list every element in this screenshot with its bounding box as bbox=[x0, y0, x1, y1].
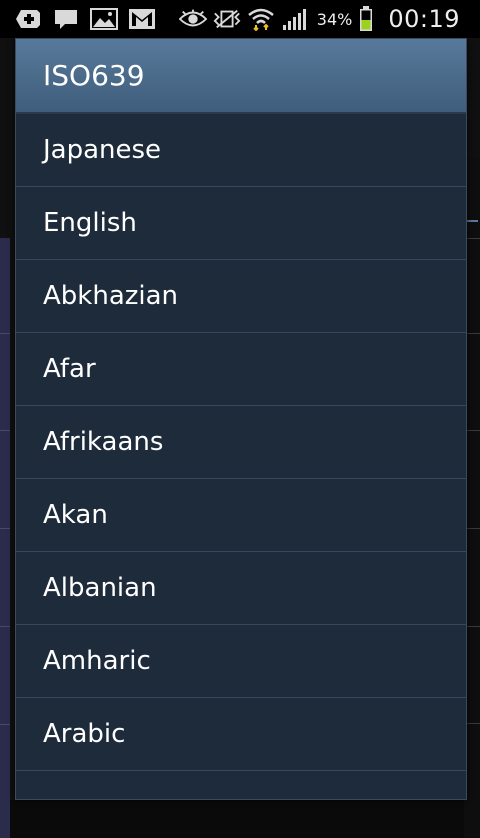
battery-percent: 34% bbox=[316, 9, 353, 29]
language-list[interactable]: Japanese English Abkhazian Afar Afrikaan… bbox=[16, 114, 466, 771]
status-bar: 34% 00:19 bbox=[0, 0, 480, 38]
signal-icon bbox=[281, 7, 309, 31]
background-divider bbox=[0, 430, 10, 431]
message-icon bbox=[52, 7, 80, 31]
dialog-title: ISO639 bbox=[16, 39, 466, 114]
add-icon bbox=[14, 7, 42, 31]
battery-icon bbox=[358, 6, 374, 31]
language-option[interactable]: Japanese bbox=[16, 114, 466, 187]
wifi-icon bbox=[247, 7, 275, 31]
image-icon bbox=[90, 7, 118, 31]
eye-icon bbox=[178, 7, 207, 31]
vibrate-icon bbox=[213, 7, 241, 31]
language-option[interactable]: English bbox=[16, 187, 466, 260]
background-divider bbox=[0, 333, 10, 334]
language-picker-dialog: ISO639 Japanese English Abkhazian Afar A… bbox=[15, 38, 467, 800]
background-glyph bbox=[466, 206, 478, 222]
background-divider bbox=[0, 724, 10, 725]
language-option[interactable]: Afrikaans bbox=[16, 406, 466, 479]
language-option[interactable]: Arabic bbox=[16, 698, 466, 771]
language-option[interactable]: Albanian bbox=[16, 552, 466, 625]
notification-icons bbox=[0, 0, 156, 38]
background-divider bbox=[0, 626, 10, 627]
language-option[interactable]: Amharic bbox=[16, 625, 466, 698]
language-option[interactable]: Afar bbox=[16, 333, 466, 406]
background-left-strip bbox=[0, 238, 10, 838]
language-option[interactable]: Akan bbox=[16, 479, 466, 552]
background-divider bbox=[0, 528, 10, 529]
gmail-icon bbox=[128, 7, 156, 31]
language-option[interactable]: Abkhazian bbox=[16, 260, 466, 333]
clock: 00:19 bbox=[388, 5, 460, 33]
system-icons: 34% 00:19 bbox=[178, 0, 480, 38]
